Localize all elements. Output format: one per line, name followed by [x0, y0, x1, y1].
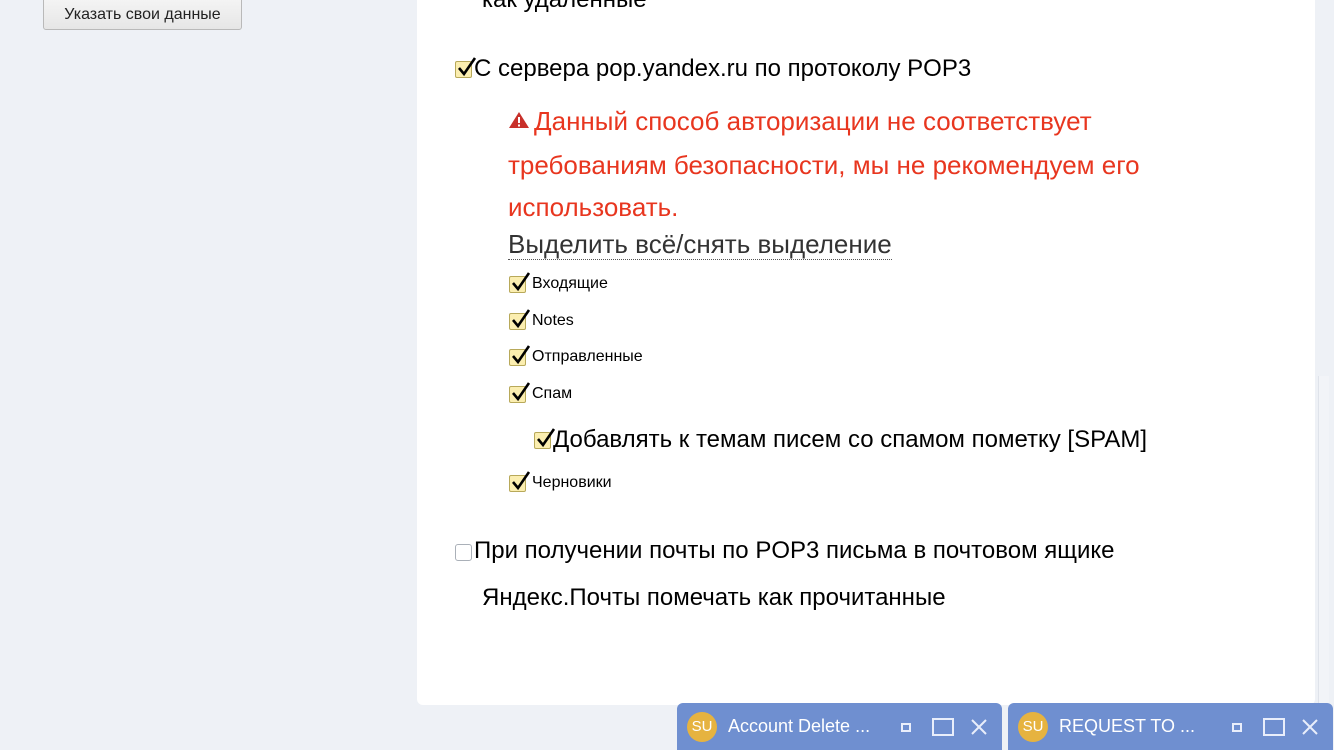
folder-label: Спам: [532, 385, 573, 402]
chat-tab-request[interactable]: SU REQUEST TO ...: [1008, 703, 1333, 750]
spam-tag-label: Добавлять к темам писем со спамом пометк…: [553, 426, 1147, 453]
scrollbar[interactable]: [1318, 376, 1329, 750]
chat-title[interactable]: REQUEST TO ...: [1059, 716, 1195, 737]
maximize-icon[interactable]: [929, 703, 957, 750]
folder-checkbox[interactable]: [509, 308, 531, 330]
warning-text: Данный способ авторизации не соответству…: [508, 106, 1140, 223]
mark-read-label-line1: При получении почты по POP3 письма в поч…: [474, 537, 1115, 564]
folder-item-spam[interactable]: Спам: [509, 381, 573, 403]
folder-label: Notes: [532, 312, 574, 329]
folder-label: Черновики: [532, 474, 612, 491]
minimize-icon[interactable]: [895, 703, 917, 750]
mark-read-option[interactable]: При получении почты по POP3 письма в поч…: [455, 537, 1115, 565]
pop3-checkbox[interactable]: [455, 56, 477, 78]
folder-item-notes[interactable]: Notes: [509, 308, 574, 330]
folder-label: Отправленные: [532, 348, 643, 365]
avatar: SU: [1018, 711, 1048, 742]
warning-icon: [508, 99, 530, 141]
chat-title[interactable]: Account Delete ...: [728, 716, 870, 737]
folder-checkbox[interactable]: [509, 271, 531, 293]
spam-tag-option[interactable]: Добавлять к темам писем со спамом пометк…: [534, 426, 1147, 454]
folder-checkbox[interactable]: [509, 470, 531, 492]
specify-data-button[interactable]: Указать свои данные: [43, 0, 242, 30]
avatar: SU: [687, 711, 717, 742]
minimize-icon[interactable]: [1226, 703, 1248, 750]
close-icon[interactable]: [1298, 703, 1322, 750]
pop3-label: С сервера pop.yandex.ru по протоколу POP…: [474, 55, 972, 82]
pop3-option[interactable]: С сервера pop.yandex.ru по протоколу POP…: [455, 55, 971, 83]
folder-checkbox[interactable]: [509, 344, 531, 366]
close-icon[interactable]: [967, 703, 991, 750]
folder-checkbox[interactable]: [509, 381, 531, 403]
select-all-link[interactable]: Выделить всё/снять выделение: [508, 229, 892, 260]
folder-label: Входящие: [532, 275, 608, 292]
spam-tag-checkbox[interactable]: [534, 427, 556, 449]
mark-read-checkbox[interactable]: [455, 544, 472, 561]
security-warning: Данный способ авторизации не соответству…: [508, 100, 1228, 228]
folder-item-sent[interactable]: Отправленные: [509, 344, 643, 366]
folder-item-drafts[interactable]: Черновики: [509, 470, 612, 492]
chat-tab-account-delete[interactable]: SU Account Delete ...: [677, 703, 1002, 750]
mark-read-label-line2: Яндекс.Почты помечать как прочитанные: [482, 584, 946, 611]
maximize-icon[interactable]: [1260, 703, 1288, 750]
folder-item-inbox[interactable]: Входящие: [509, 271, 608, 293]
cut-off-text: как удаленные: [482, 0, 647, 14]
